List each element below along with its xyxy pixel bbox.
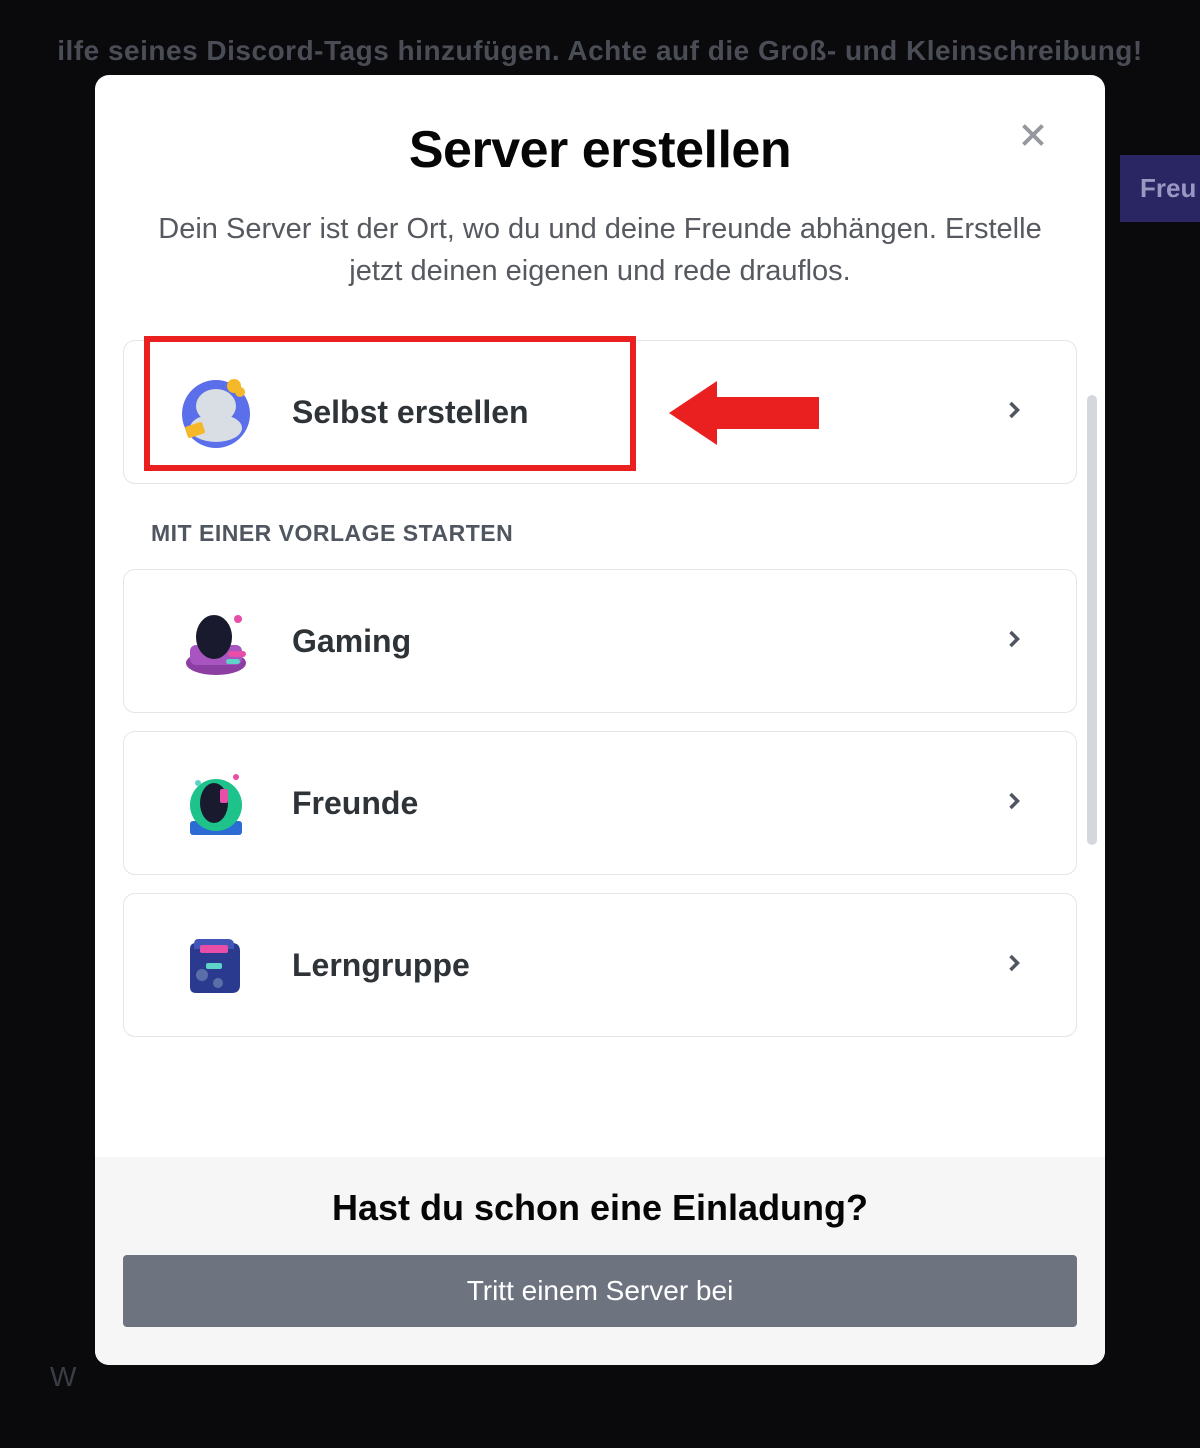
study-icon <box>176 925 256 1005</box>
create-own-option[interactable]: Selbst erstellen <box>123 340 1077 484</box>
friends-icon <box>176 763 256 843</box>
chevron-right-icon <box>1000 949 1028 982</box>
close-icon <box>1014 116 1052 159</box>
background-friend-button: Freu <box>1120 155 1200 222</box>
chevron-right-icon <box>1000 625 1028 658</box>
chevron-right-icon <box>1000 787 1028 820</box>
option-label: Selbst erstellen <box>292 394 1000 431</box>
modal-title: Server erstellen <box>95 120 1105 180</box>
template-section-header: MIT EINER VORLAGE STARTEN <box>151 520 1077 547</box>
background-hint-text: ilfe seines Discord-Tags hinzufügen. Ach… <box>0 35 1200 67</box>
template-study-option[interactable]: Lerngruppe <box>123 893 1077 1037</box>
option-label: Freunde <box>292 785 1000 822</box>
template-friends-option[interactable]: Freunde <box>123 731 1077 875</box>
option-label: Lerngruppe <box>292 947 1000 984</box>
create-server-modal: Server erstellen Dein Server ist der Ort… <box>95 75 1105 1365</box>
background-bottom-text: W <box>50 1361 76 1393</box>
gaming-icon <box>176 601 256 681</box>
modal-subtitle: Dein Server ist der Ort, wo du und deine… <box>95 208 1105 292</box>
close-button[interactable] <box>1011 115 1055 159</box>
join-server-button[interactable]: Tritt einem Server bei <box>123 1255 1077 1327</box>
modal-scroll-area[interactable]: Server erstellen Dein Server ist der Ort… <box>95 75 1105 1157</box>
chevron-right-icon <box>1000 396 1028 429</box>
template-gaming-option[interactable]: Gaming <box>123 569 1077 713</box>
modal-footer: Hast du schon eine Einladung? Tritt eine… <box>95 1157 1105 1365</box>
scrollbar-thumb[interactable] <box>1087 395 1097 845</box>
footer-title: Hast du schon eine Einladung? <box>123 1187 1077 1229</box>
options-container: Selbst erstellen MIT EINER VORLAGE START… <box>95 340 1105 1037</box>
create-own-icon <box>176 372 256 452</box>
option-label: Gaming <box>292 623 1000 660</box>
